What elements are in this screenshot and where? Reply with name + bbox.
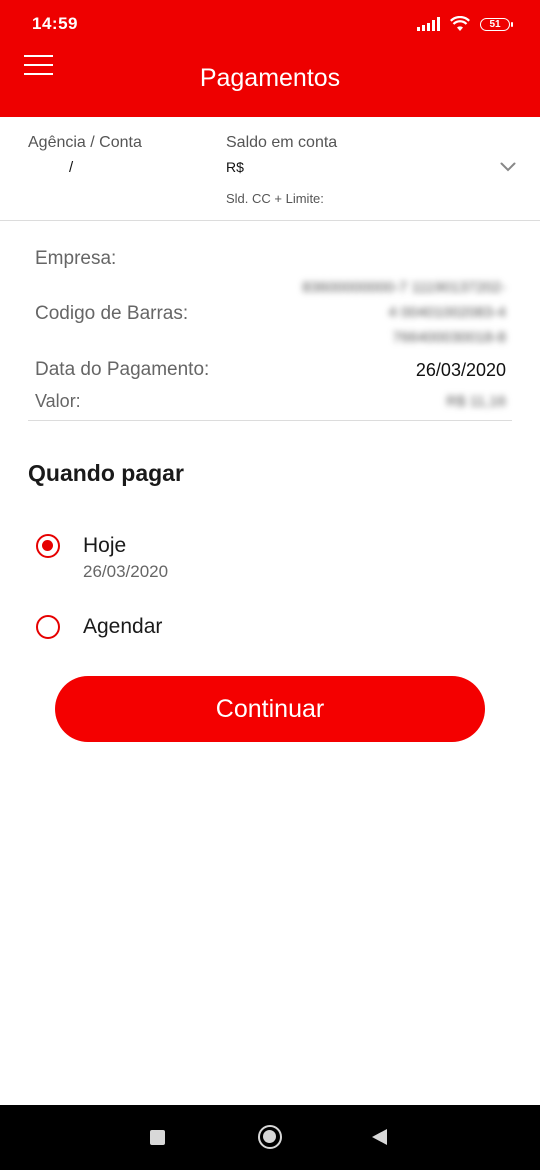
app-header: 14:59 51 Pagamentos xyxy=(0,0,540,117)
continue-button[interactable]: Continuar xyxy=(55,676,485,742)
valor-value: R$ 11,16 xyxy=(446,393,506,410)
signal-icon xyxy=(417,17,440,31)
codigo-barras-line-1: 83600000000-7 11190137202- xyxy=(302,279,506,296)
payment-details: Empresa: Codigo de Barras: 83600000000-7… xyxy=(28,221,512,421)
data-pagamento-value: 26/03/2020 xyxy=(415,360,506,380)
recent-apps-icon[interactable] xyxy=(150,1130,165,1145)
status-time: 14:59 xyxy=(32,14,78,33)
agencia-conta-value: / xyxy=(69,159,74,176)
quando-pagar-title: Quando pagar xyxy=(28,460,184,486)
home-icon[interactable] xyxy=(258,1125,282,1149)
saldo-label: Saldo em conta xyxy=(226,134,338,151)
radio-hoje-label: Hoje xyxy=(83,534,127,557)
radio-agendar-label: Agendar xyxy=(83,615,163,638)
valor-label: Valor: xyxy=(35,391,81,411)
chevron-down-icon[interactable] xyxy=(500,161,516,173)
data-pagamento-label: Data do Pagamento: xyxy=(35,359,210,380)
radio-hoje-date: 26/03/2020 xyxy=(83,562,169,581)
codigo-barras-label: Codigo de Barras: xyxy=(35,303,189,324)
codigo-barras-line-3: 766400030018-8 xyxy=(392,329,506,346)
wifi-icon xyxy=(450,16,470,32)
radio-checked-icon[interactable] xyxy=(36,534,60,558)
limite-label: Sld. CC + Limite: xyxy=(226,191,324,206)
system-nav-bar xyxy=(0,1105,540,1170)
agencia-conta-label: Agência / Conta xyxy=(28,134,142,151)
codigo-barras-line-2: 4 00401002083-4 xyxy=(388,304,506,321)
back-icon[interactable] xyxy=(372,1129,387,1145)
battery-level: 51 xyxy=(489,18,501,30)
saldo-value: R$ xyxy=(226,159,244,175)
empresa-label: Empresa: xyxy=(35,248,117,269)
account-selector[interactable]: Agência / Conta / Saldo em conta R$ Sld.… xyxy=(0,117,540,221)
page-title: Pagamentos xyxy=(199,64,341,92)
status-icons: 51 xyxy=(417,14,513,34)
battery-icon: 51 xyxy=(480,17,513,31)
radio-unchecked-icon[interactable] xyxy=(36,615,60,639)
